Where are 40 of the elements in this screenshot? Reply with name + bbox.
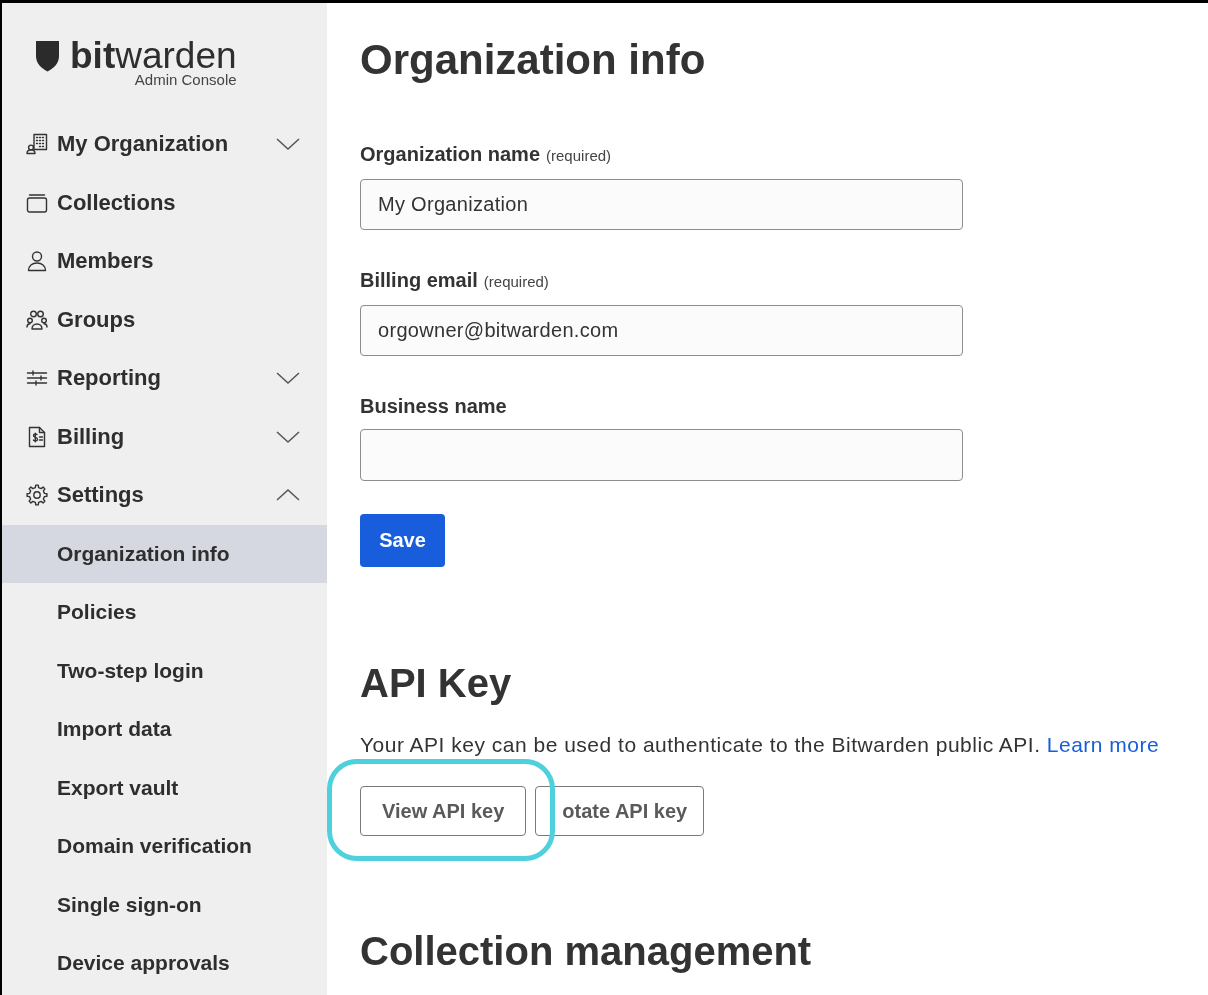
required-note: (required) bbox=[483, 272, 549, 292]
nav-item[interactable]: Two-step login bbox=[2, 641, 327, 700]
learn-more-link[interactable]: Learn more bbox=[1046, 733, 1160, 756]
collection-icon bbox=[26, 191, 48, 214]
logo-subtitle: Admin Console bbox=[134, 72, 237, 88]
field-label: Organization name bbox=[360, 142, 541, 166]
section-heading: API Key bbox=[360, 660, 513, 707]
description-text: Your API key can be used to authenticate to the Bitwarden public API. Learn more bbox=[360, 732, 1161, 758]
nav-item[interactable]: Members bbox=[2, 232, 327, 291]
nav-item[interactable]: My Organization bbox=[2, 115, 327, 174]
nav-item[interactable]: Domain verification bbox=[2, 817, 327, 876]
field-label: Billing email bbox=[360, 268, 478, 292]
nav-item[interactable]: Settings bbox=[2, 466, 327, 525]
nav-item[interactable]: Billing bbox=[2, 407, 327, 466]
save-button[interactable]: Save bbox=[360, 514, 445, 567]
shield-icon bbox=[35, 40, 60, 72]
text-field[interactable]: My Organization bbox=[360, 179, 963, 230]
person-icon bbox=[26, 250, 48, 273]
gear-icon bbox=[26, 484, 48, 507]
api-key-button[interactable]: View API key bbox=[360, 786, 527, 836]
nav-item[interactable]: Export vault bbox=[2, 758, 327, 817]
nav-item[interactable]: Collections bbox=[2, 173, 327, 232]
nav-item[interactable]: Device approvals bbox=[2, 934, 327, 993]
building-icon bbox=[26, 133, 48, 156]
nav-item[interactable]: Single sign-on bbox=[2, 875, 327, 934]
nav-item[interactable]: Organization info bbox=[2, 524, 327, 583]
logo-wordmark: bitwarden bbox=[70, 37, 237, 74]
invoice-icon bbox=[26, 425, 48, 448]
text-field[interactable]: orgowner@bitwarden.com bbox=[360, 305, 963, 356]
nav-item[interactable]: Policies bbox=[2, 583, 327, 642]
field-label: Business name bbox=[360, 394, 507, 418]
page-title: Organization info bbox=[360, 35, 707, 85]
nav-item[interactable]: Groups bbox=[2, 290, 327, 349]
section-heading: Collection management bbox=[360, 928, 813, 975]
api-key-button[interactable]: otate API key bbox=[535, 786, 705, 836]
people-icon bbox=[26, 308, 48, 331]
nav-item[interactable]: Import data bbox=[2, 700, 327, 759]
required-note: (required) bbox=[546, 146, 612, 166]
text-field[interactable] bbox=[360, 429, 963, 481]
nav-item[interactable]: Reporting bbox=[2, 349, 327, 408]
